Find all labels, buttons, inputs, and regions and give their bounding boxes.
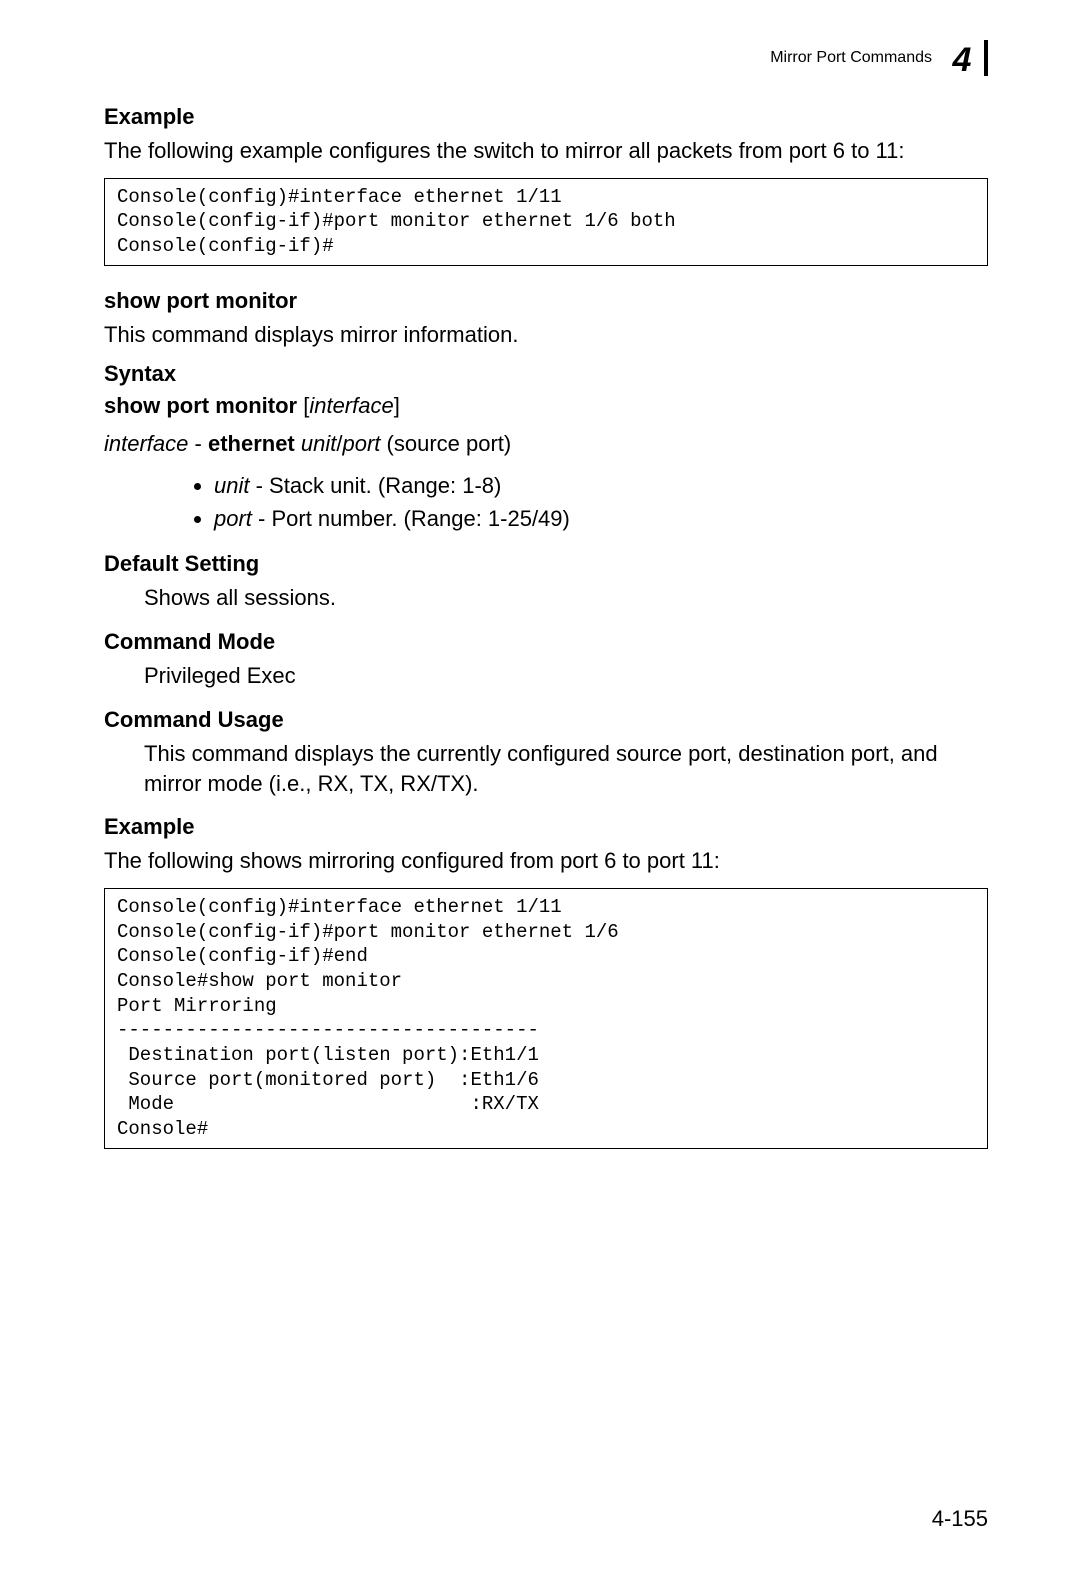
code-block-1: Console(config)#interface ethernet 1/11 … [104,178,988,266]
page-header: Mirror Port Commands 4 [104,40,988,76]
command-mode-text: Privileged Exec [144,661,988,691]
list-item: port - Port number. (Range: 1-25/49) [214,502,988,535]
default-setting-heading: Default Setting [104,551,988,577]
example2-description: The following shows mirroring configured… [104,846,988,876]
page-number: 4-155 [932,1506,988,1532]
syntax-sub: interface - ethernet unit/port (source p… [104,431,988,457]
example2-heading: Example [104,814,988,840]
header-title: Mirror Port Commands [770,49,932,67]
command-name: show port monitor [104,288,988,314]
code-block-2: Console(config)#interface ethernet 1/11 … [104,888,988,1149]
command-description: This command displays mirror information… [104,320,988,350]
chapter-number-icon: 4 [946,40,988,76]
svg-text:4: 4 [952,41,972,76]
example-heading: Example [104,104,988,130]
command-usage-text: This command displays the currently conf… [144,739,988,798]
syntax-heading: Syntax [104,361,988,387]
command-mode-heading: Command Mode [104,629,988,655]
default-setting-text: Shows all sessions. [144,583,988,613]
syntax-bullets: unit - Stack unit. (Range: 1-8) port - P… [104,469,988,535]
example-description: The following example configures the swi… [104,136,988,166]
syntax-main: show port monitor [interface] [104,393,988,419]
list-item: unit - Stack unit. (Range: 1-8) [214,469,988,502]
command-usage-heading: Command Usage [104,707,988,733]
